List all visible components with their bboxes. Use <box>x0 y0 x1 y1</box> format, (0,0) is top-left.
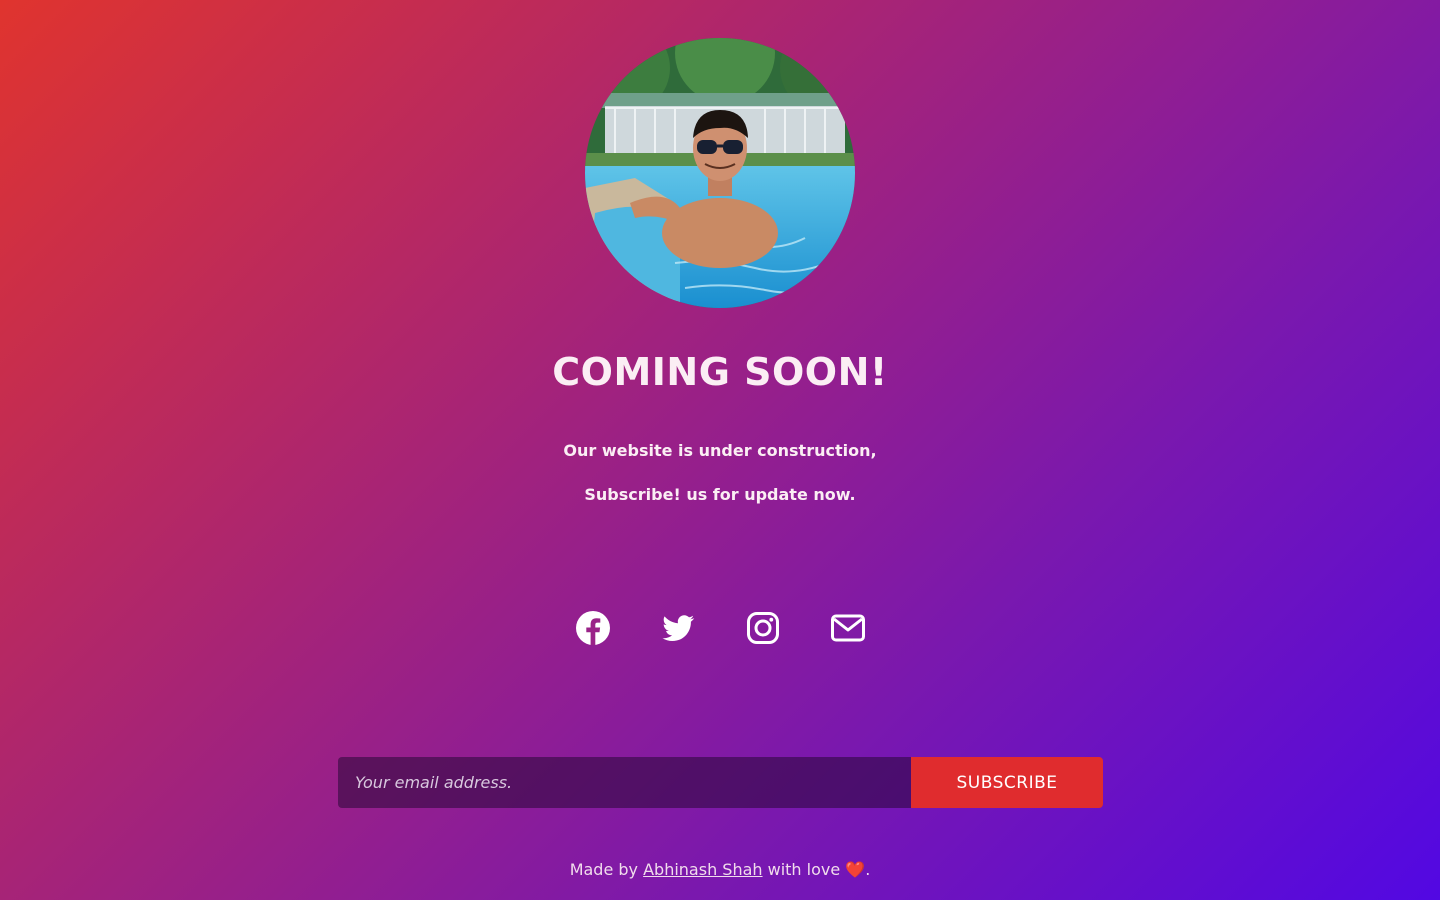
heart-icon: ❤️ <box>845 860 866 879</box>
mail-icon <box>831 614 865 642</box>
footer-suffix: with love <box>762 860 846 879</box>
avatar-image <box>585 38 855 308</box>
email-link[interactable] <box>830 610 866 646</box>
subscribe-button[interactable]: SUBSCRIBE <box>911 757 1103 808</box>
instagram-link[interactable] <box>745 610 781 646</box>
subscribe-form: SUBSCRIBE <box>338 757 1103 808</box>
social-links <box>0 610 1440 646</box>
tagline-line-1: Our website is under construction, <box>563 441 877 460</box>
avatar <box>585 38 855 308</box>
twitter-link[interactable] <box>660 610 696 646</box>
email-input[interactable] <box>338 757 911 808</box>
instagram-icon <box>747 612 779 644</box>
twitter-icon <box>662 615 695 641</box>
author-link[interactable]: Abhinash Shah <box>643 860 762 879</box>
facebook-link[interactable] <box>575 610 611 646</box>
footer-credit: Made by Abhinash Shah with love ❤️. <box>0 860 1440 879</box>
footer-end: . <box>865 860 871 879</box>
footer-prefix: Made by <box>569 860 644 879</box>
tagline-line-2: Subscribe! us for update now. <box>584 485 856 504</box>
page-title: COMING SOON! <box>552 350 888 394</box>
facebook-icon <box>576 611 610 645</box>
